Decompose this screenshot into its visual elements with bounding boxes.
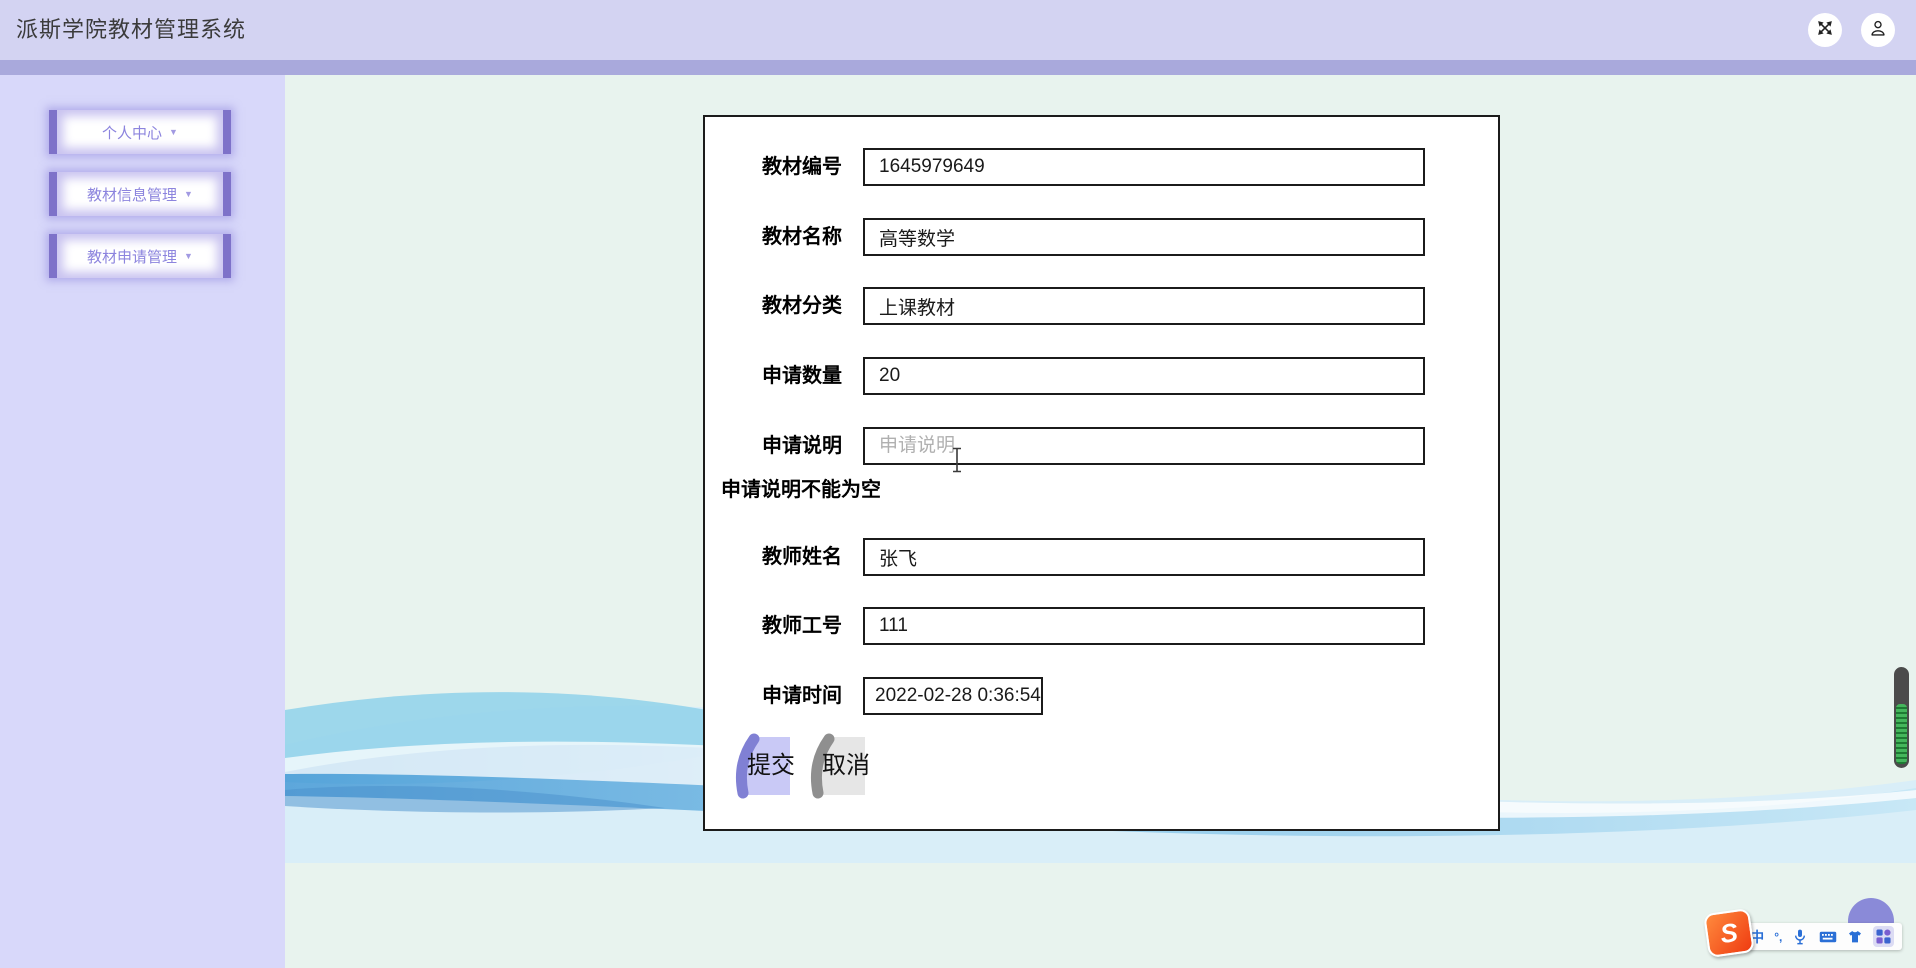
microphone-icon[interactable] bbox=[1792, 928, 1808, 946]
form-panel: 教材编号 教材名称 教材分类 申请数量 申请说明 申请说明不能为空 教师姓名 教… bbox=[703, 115, 1500, 831]
sidebar-item-label: 教材申请管理 bbox=[87, 248, 178, 266]
sidebar-item-label: 教材信息管理 bbox=[87, 186, 178, 204]
skin-icon[interactable] bbox=[1847, 929, 1863, 945]
field-label: 申请说明 bbox=[762, 435, 842, 457]
sidebar-item-personal-center[interactable]: 个人中心 ▼ bbox=[49, 110, 231, 154]
submit-button[interactable]: 提交 bbox=[734, 733, 795, 799]
apply-note-input[interactable] bbox=[863, 427, 1425, 465]
form-row: 申请数量 bbox=[705, 357, 1498, 395]
fullscreen-button[interactable] bbox=[1808, 13, 1842, 47]
apply-quantity-input[interactable] bbox=[863, 357, 1425, 395]
field-label: 教师工号 bbox=[762, 615, 842, 637]
validation-error: 申请说明不能为空 bbox=[721, 479, 881, 501]
teacher-name-input[interactable] bbox=[863, 538, 1425, 576]
textbook-category-input[interactable] bbox=[863, 287, 1425, 325]
form-row: 申请说明 bbox=[705, 427, 1498, 465]
header-divider bbox=[0, 60, 1916, 75]
ime-logo[interactable]: S bbox=[1703, 908, 1755, 958]
cancel-button-label: 取消 bbox=[822, 752, 870, 779]
form-row: 教材编号 bbox=[705, 148, 1498, 186]
form-row: 申请时间 bbox=[705, 677, 1498, 715]
field-label: 教师姓名 bbox=[762, 546, 842, 568]
capture-indicator bbox=[1894, 667, 1909, 768]
sidebar-item-label: 个人中心 bbox=[102, 124, 163, 142]
field-label: 申请时间 bbox=[762, 685, 842, 707]
submit-button-label: 提交 bbox=[747, 752, 795, 779]
fullscreen-icon bbox=[1814, 17, 1836, 44]
ime-menu-grid-icon[interactable] bbox=[1872, 926, 1894, 947]
sidebar-item-textbook-info[interactable]: 教材信息管理 ▼ bbox=[49, 172, 231, 216]
main-content: 教材编号 教材名称 教材分类 申请数量 申请说明 申请说明不能为空 教师姓名 教… bbox=[285, 75, 1916, 968]
field-label: 教材分类 bbox=[762, 295, 842, 317]
textbook-name-input[interactable] bbox=[863, 218, 1425, 256]
user-icon bbox=[1867, 17, 1889, 44]
text-cursor bbox=[951, 447, 963, 478]
apply-time-input[interactable] bbox=[863, 677, 1043, 715]
textbook-id-input[interactable] bbox=[863, 148, 1425, 186]
keyboard-icon[interactable] bbox=[1819, 930, 1837, 944]
field-label: 申请数量 bbox=[762, 365, 842, 387]
header-bar: 派斯学院教材管理系统 bbox=[0, 0, 1916, 60]
field-label: 教材名称 bbox=[762, 226, 842, 248]
chevron-down-icon: ▼ bbox=[169, 127, 178, 137]
chevron-down-icon: ▼ bbox=[184, 251, 193, 261]
teacher-id-input[interactable] bbox=[863, 607, 1425, 645]
form-row: 教材分类 bbox=[705, 287, 1498, 325]
form-row: 教师姓名 bbox=[705, 538, 1498, 576]
chevron-down-icon: ▼ bbox=[184, 189, 193, 199]
app-title: 派斯学院教材管理系统 bbox=[16, 17, 247, 42]
ime-toolbar: 中 °, bbox=[1742, 923, 1902, 950]
form-row: 教师工号 bbox=[705, 607, 1498, 645]
user-button[interactable] bbox=[1861, 13, 1895, 47]
sidebar-item-textbook-apply[interactable]: 教材申请管理 ▼ bbox=[49, 234, 231, 278]
sidebar: 个人中心 ▼ 教材信息管理 ▼ 教材申请管理 ▼ bbox=[0, 75, 285, 968]
cancel-button[interactable]: 取消 bbox=[809, 733, 870, 799]
field-label: 教材编号 bbox=[762, 156, 842, 178]
ime-punctuation-toggle[interactable]: °, bbox=[1774, 930, 1782, 944]
form-row: 教材名称 bbox=[705, 218, 1498, 256]
